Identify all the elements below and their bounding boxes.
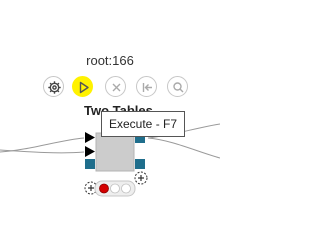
input-port-table[interactable] [85,159,95,169]
node-body[interactable] [95,132,135,172]
node-status-traffic-light [94,180,136,197]
status-light-red [99,183,109,194]
add-output-port-button[interactable] [134,171,148,185]
execute-tooltip: Execute - F7 [101,111,186,137]
status-light-yellow [110,183,120,194]
status-light-green [121,183,131,194]
input-port-data[interactable] [85,146,95,157]
input-port-data[interactable] [85,132,95,143]
output-port-table[interactable] [135,159,145,169]
